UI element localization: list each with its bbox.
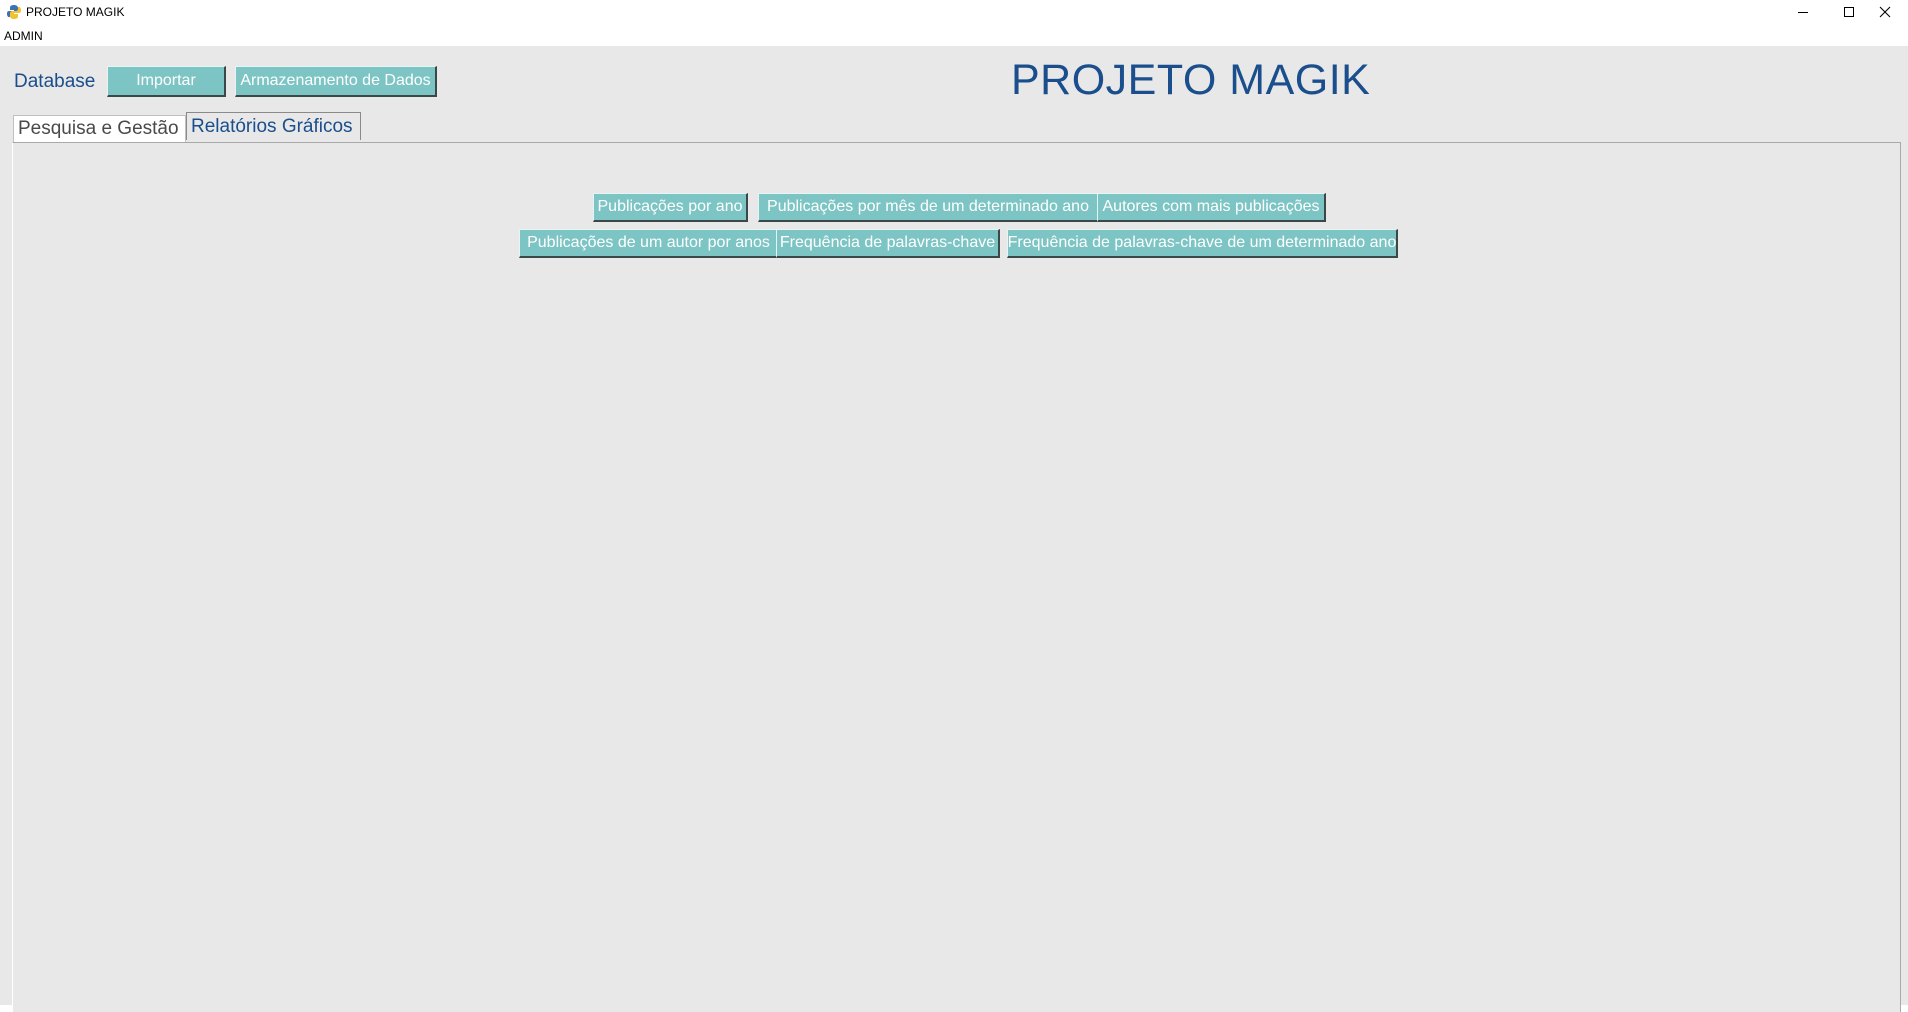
- report-frequencia-palavras-chave-ano-button[interactable]: Frequência de palavras-chave de um deter…: [1007, 229, 1398, 258]
- window-title: PROJETO MAGIK: [26, 5, 125, 19]
- database-label: Database: [14, 71, 96, 92]
- python-app-icon: [7, 5, 21, 19]
- maximize-icon: [1844, 7, 1854, 17]
- menu-bar: ADMIN: [0, 24, 1908, 46]
- main-window-content: Database Importar Armazenamento de Dados…: [0, 46, 1908, 1012]
- data-storage-button[interactable]: Armazenamento de Dados: [235, 66, 437, 97]
- report-publicacoes-por-mes-button[interactable]: Publicações por mês de um determinado an…: [758, 193, 1099, 222]
- title-bar: PROJETO MAGIK: [0, 0, 1908, 24]
- import-button[interactable]: Importar: [107, 66, 226, 97]
- tab-pesquisa-e-gestao[interactable]: Pesquisa e Gestão: [13, 115, 186, 142]
- minimize-button[interactable]: [1780, 0, 1826, 24]
- menu-item-admin[interactable]: ADMIN: [4, 29, 43, 43]
- close-button[interactable]: [1862, 0, 1908, 24]
- minimize-icon: [1798, 12, 1808, 13]
- report-frequencia-palavras-chave-button[interactable]: Frequência de palavras-chave: [776, 229, 1000, 258]
- reports-panel: Publicações por ano Publicações por mês …: [12, 142, 1901, 1012]
- report-publicacoes-por-ano-button[interactable]: Publicações por ano: [593, 193, 748, 222]
- page-title: PROJETO MAGIK: [1011, 56, 1371, 104]
- close-icon: [1879, 6, 1891, 18]
- report-publicacoes-autor-por-anos-button[interactable]: Publicações de um autor por anos: [519, 229, 779, 258]
- report-autores-mais-publicacoes-button[interactable]: Autores com mais publicações: [1097, 193, 1326, 222]
- tab-relatorios-graficos[interactable]: Relatórios Gráficos: [186, 112, 361, 140]
